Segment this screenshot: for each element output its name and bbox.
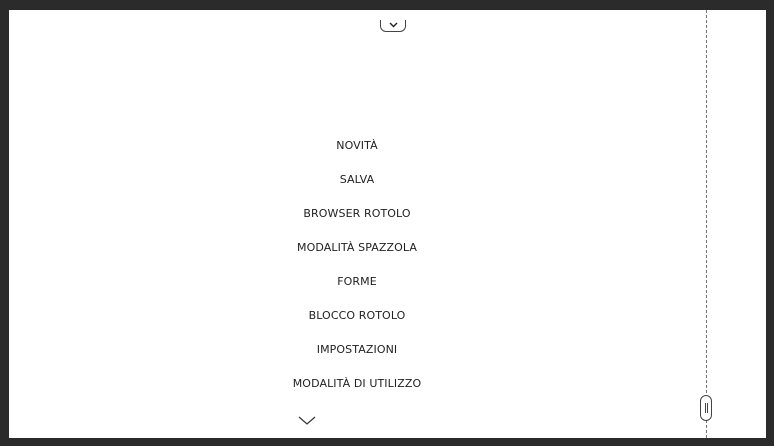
grip-line: [704, 403, 706, 413]
menu-item-impostazioni[interactable]: IMPOSTAZIONI: [221, 333, 493, 367]
main-menu: NOVITÀ SALVA BROWSER ROTOLO MODALITÀ SPA…: [221, 129, 493, 401]
roll-edge-line: [706, 10, 707, 438]
chevron-down-icon[interactable]: [298, 416, 316, 426]
chevron-down-icon: [389, 22, 398, 28]
grip-line: [707, 403, 708, 413]
top-menu-handle[interactable]: [380, 20, 406, 32]
menu-item-modalita-di-utilizzo[interactable]: MODALITÀ DI UTILIZZO: [221, 367, 493, 401]
whiteboard-canvas[interactable]: NOVITÀ SALVA BROWSER ROTOLO MODALITÀ SPA…: [9, 10, 766, 438]
menu-item-blocco-rotolo[interactable]: BLOCCO ROTOLO: [221, 299, 493, 333]
menu-item-forme[interactable]: FORME: [221, 265, 493, 299]
grip-handle-icon[interactable]: [700, 395, 712, 421]
menu-item-modalita-spazzola[interactable]: MODALITÀ SPAZZOLA: [221, 231, 493, 265]
menu-item-salva[interactable]: SALVA: [221, 163, 493, 197]
menu-item-browser-rotolo[interactable]: BROWSER ROTOLO: [221, 197, 493, 231]
menu-item-novita[interactable]: NOVITÀ: [221, 129, 493, 163]
